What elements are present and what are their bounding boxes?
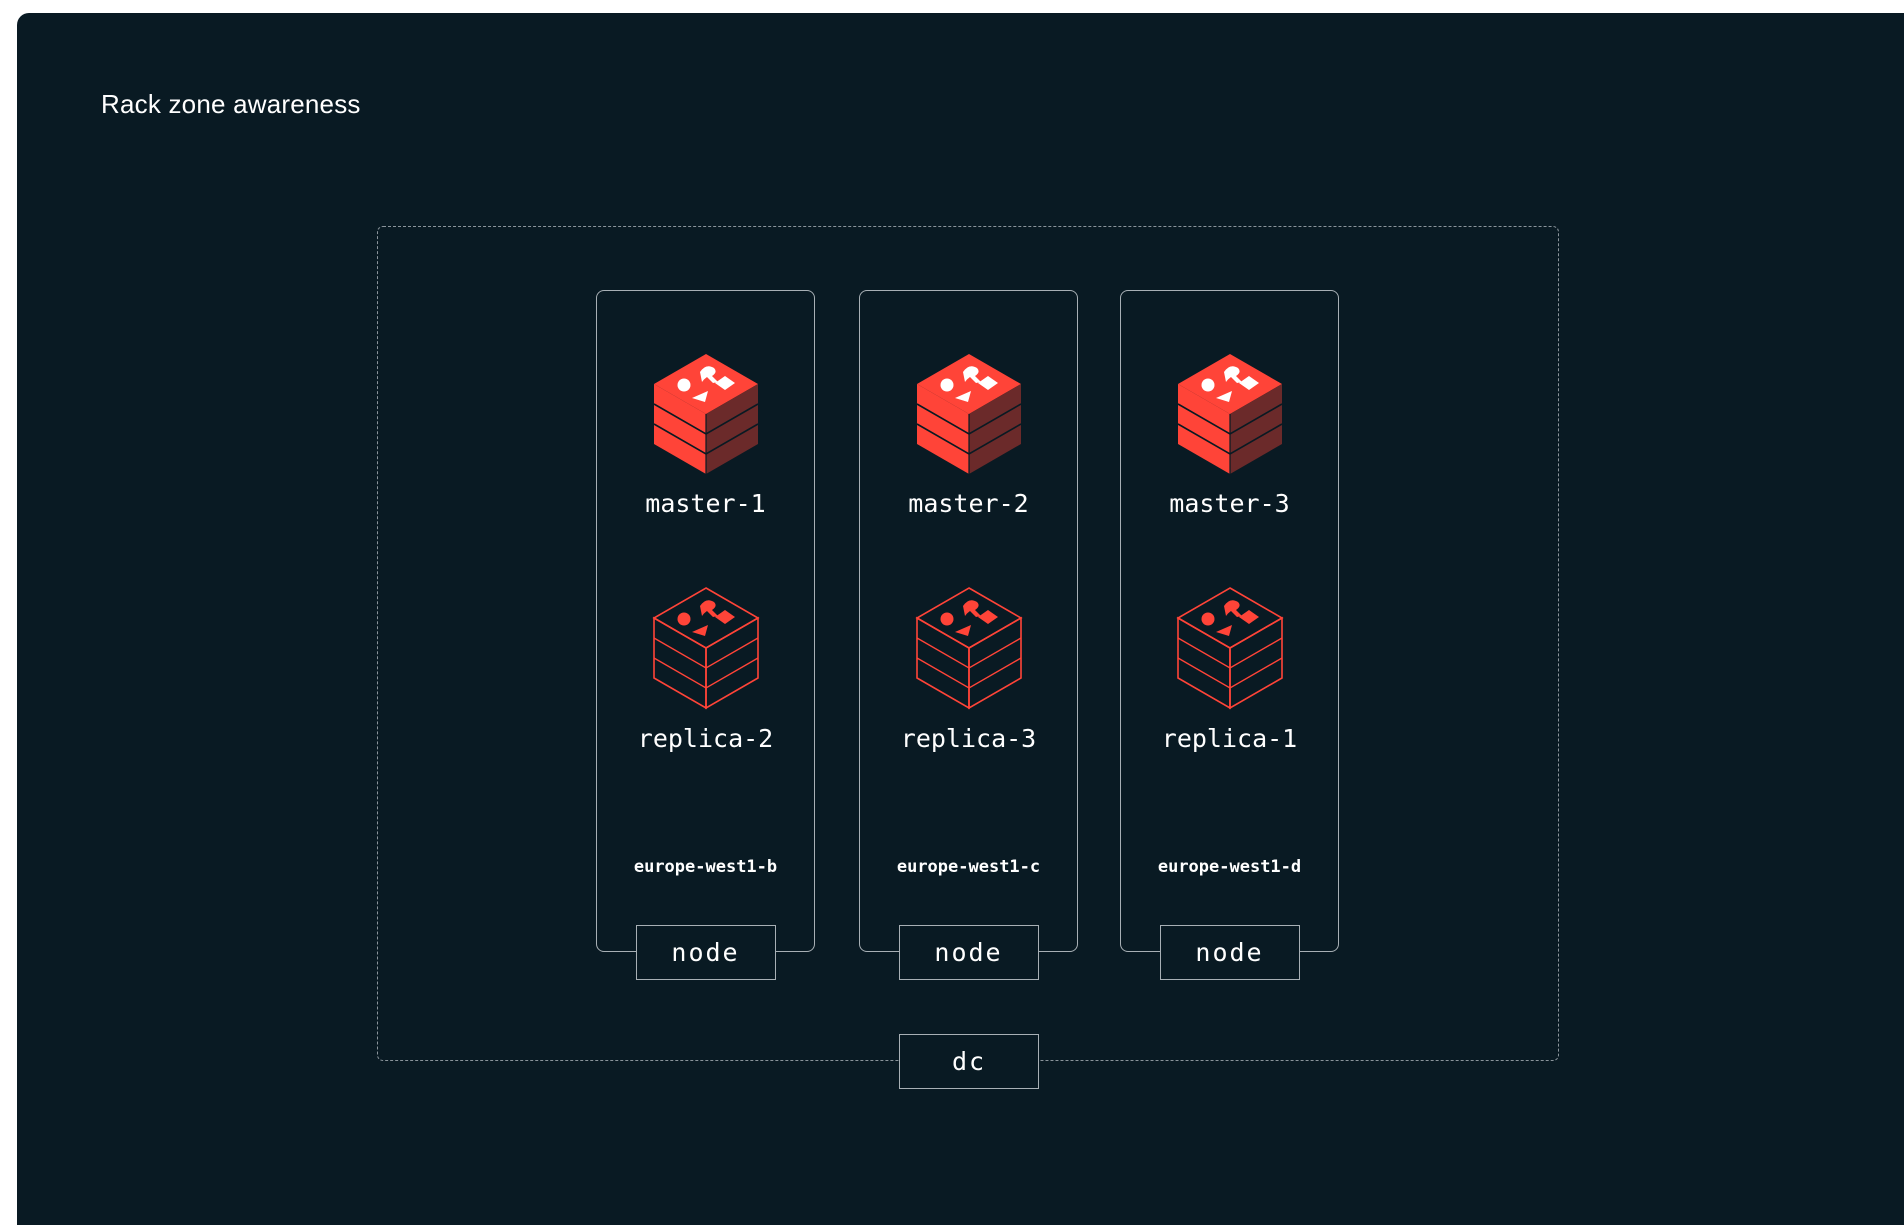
node-column-1: master-1 replica-2 europe-west1-b node	[596, 290, 815, 980]
node-tag: node	[1159, 925, 1300, 980]
zone-label: europe-west1-d	[1157, 857, 1302, 877]
node-tag: node	[635, 925, 776, 980]
node-column-3: master-3 replica-1 europe-west1-d node	[1120, 290, 1339, 980]
redis-replica-cube-icon	[652, 587, 759, 709]
node-tag: node	[898, 925, 1039, 980]
dc-tag: dc	[899, 1034, 1039, 1089]
redis-master-cube-icon	[915, 353, 1022, 475]
zone-label: europe-west1-c	[896, 857, 1041, 877]
master-label: master-1	[645, 489, 766, 518]
redis-replica-cube-icon	[1176, 587, 1283, 709]
node-column-2: master-2 replica-3 europe-west1-c node	[859, 290, 1078, 980]
replica-label: replica-2	[637, 724, 774, 753]
redis-replica-cube-icon	[915, 587, 1022, 709]
page-title: Rack zone awareness	[101, 89, 361, 119]
replica-label: replica-3	[900, 724, 1037, 753]
replica-label: replica-1	[1161, 724, 1298, 753]
redis-master-cube-icon	[652, 353, 759, 475]
master-label: master-3	[1169, 489, 1290, 518]
zone-label: europe-west1-b	[633, 857, 778, 877]
master-label: master-2	[908, 489, 1029, 518]
redis-master-cube-icon	[1176, 353, 1283, 475]
